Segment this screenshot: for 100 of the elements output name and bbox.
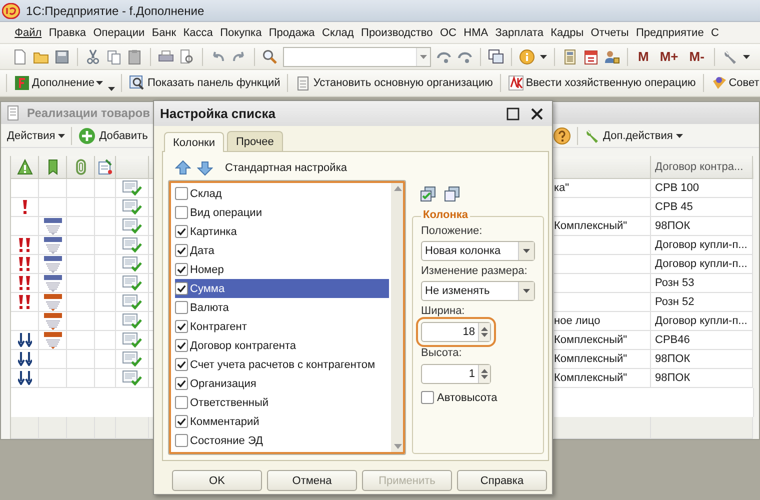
- dialog-button[interactable]: Отмена: [267, 470, 357, 491]
- menu-item[interactable]: Склад: [318, 26, 358, 38]
- maximize-icon[interactable]: [506, 106, 520, 120]
- checkbox[interactable]: [175, 339, 188, 352]
- document-pen-icon: [97, 159, 113, 175]
- calendar-icon[interactable]: [583, 48, 599, 64]
- width-spin-field[interactable]: 18: [421, 322, 491, 342]
- menu-item[interactable]: Покупка: [216, 26, 266, 38]
- panel-button[interactable]: Показать панель функций: [128, 75, 282, 91]
- double-exclamation-icon: [18, 257, 31, 271]
- menu-item[interactable]: Продажа: [265, 26, 318, 38]
- dialog-button[interactable]: Справка: [457, 470, 547, 491]
- list-item[interactable]: Счет учета расчетов с контрагентом: [175, 355, 389, 374]
- checkbox[interactable]: [175, 282, 188, 295]
- spin-arrows-icon[interactable]: [481, 368, 488, 380]
- checkbox[interactable]: [175, 206, 188, 219]
- position-dropdown[interactable]: Новая колонка: [421, 241, 535, 261]
- spin-arrows-icon[interactable]: [481, 326, 488, 338]
- memory-button[interactable]: M+: [656, 49, 682, 64]
- list-item[interactable]: Состояние ЭД: [175, 431, 389, 450]
- tab[interactable]: Прочее: [226, 131, 283, 151]
- list-item[interactable]: Картинка: [175, 222, 389, 241]
- menu-item[interactable]: Производство: [357, 26, 436, 38]
- wrench-icon[interactable]: [722, 48, 738, 64]
- list-item[interactable]: Комментарий: [175, 412, 389, 431]
- menu-item[interactable]: НМА: [460, 26, 492, 38]
- checkbox[interactable]: [175, 358, 188, 371]
- list-item[interactable]: Номер: [175, 260, 389, 279]
- tab[interactable]: Колонки: [164, 132, 224, 152]
- caret-icon[interactable]: [540, 54, 547, 58]
- autoheight-checkbox[interactable]: Автовысота: [421, 391, 535, 404]
- list-item[interactable]: Договор контрагента: [175, 336, 389, 355]
- clipboard-icon[interactable]: [127, 48, 143, 64]
- add-button[interactable]: Добавить: [78, 126, 148, 144]
- menu-item[interactable]: Правка: [45, 26, 90, 38]
- list-item[interactable]: Организация: [175, 374, 389, 393]
- search-combo-field[interactable]: [283, 46, 431, 66]
- document-icon[interactable]: [12, 48, 28, 64]
- list-item[interactable]: Вид операции: [175, 203, 389, 222]
- up-arrow-icon[interactable]: [175, 160, 191, 176]
- checkbox[interactable]: [175, 415, 188, 428]
- memory-button[interactable]: M-: [686, 49, 708, 64]
- scrollbar[interactable]: [391, 181, 405, 454]
- menu-item[interactable]: Предприятие: [632, 26, 708, 38]
- scissors-icon[interactable]: [85, 48, 101, 64]
- person-lock-icon[interactable]: [604, 48, 620, 64]
- memory-button[interactable]: M: [635, 49, 652, 64]
- menu-item[interactable]: ОС: [436, 26, 460, 38]
- help-icon[interactable]: [553, 126, 571, 144]
- checkbox[interactable]: [175, 434, 188, 447]
- close-icon[interactable]: [530, 106, 544, 120]
- list-item[interactable]: Валюта: [175, 298, 389, 317]
- search-icon[interactable]: [262, 48, 278, 64]
- panel-button[interactable]: Дополнение: [13, 75, 104, 91]
- down-arrow-icon[interactable]: [197, 160, 213, 176]
- menu-item[interactable]: С: [707, 26, 723, 38]
- checkbox[interactable]: [175, 396, 188, 409]
- resize-dropdown[interactable]: Не изменять: [421, 281, 535, 301]
- checkbox[interactable]: [175, 263, 188, 276]
- checkbox[interactable]: [175, 301, 188, 314]
- page-magnifier-icon[interactable]: [179, 48, 195, 64]
- exclamation-icon: [22, 200, 28, 214]
- menu-item[interactable]: Файл: [11, 26, 46, 38]
- scroll-down-icon[interactable]: [394, 444, 402, 449]
- checkbox[interactable]: [175, 187, 188, 200]
- menu-item[interactable]: Зарплата: [492, 26, 548, 38]
- height-spin-field[interactable]: 1: [421, 364, 491, 384]
- menu-item[interactable]: Кадры: [547, 26, 588, 38]
- list-item[interactable]: Сумма: [175, 279, 389, 298]
- windows-icon[interactable]: [488, 48, 504, 64]
- actions-button[interactable]: Действия: [7, 130, 66, 142]
- panel-button[interactable]: Ввести хозяйственную операцию: [506, 75, 697, 91]
- checkbox[interactable]: [175, 244, 188, 257]
- info-icon[interactable]: [519, 48, 535, 64]
- list-item[interactable]: Контрагент: [175, 317, 389, 336]
- list-item[interactable]: Ответственный: [175, 393, 389, 412]
- printer-icon[interactable]: [158, 48, 174, 64]
- list-item[interactable]: Склад: [175, 184, 389, 203]
- more-actions-button[interactable]: Доп.действия: [584, 128, 683, 144]
- standard-settings-button[interactable]: Стандартная настройка: [225, 162, 347, 174]
- menu-item[interactable]: Отчеты: [587, 26, 632, 38]
- dialog-button[interactable]: OK: [172, 470, 262, 491]
- copy-icon[interactable]: [106, 48, 122, 64]
- stack-icon[interactable]: [444, 186, 460, 202]
- column-header[interactable]: [95, 156, 116, 179]
- menu-item[interactable]: Банк: [148, 26, 180, 38]
- invoice-icon: [42, 217, 62, 235]
- checkbox[interactable]: [175, 377, 188, 390]
- checkbox[interactable]: [175, 320, 188, 333]
- list-item[interactable]: Дата: [175, 241, 389, 260]
- double-down-arrow-icon: [18, 371, 32, 385]
- panel-button[interactable]: Установить основную организацию: [294, 75, 494, 91]
- stack-check-icon[interactable]: [420, 186, 436, 202]
- checkbox[interactable]: [175, 225, 188, 238]
- calculator-icon[interactable]: [562, 48, 578, 64]
- scroll-up-icon[interactable]: [394, 186, 402, 191]
- menu-item[interactable]: Касса: [180, 26, 217, 38]
- panel-button[interactable]: Совет: [710, 75, 760, 91]
- caret-icon[interactable]: [743, 54, 750, 58]
- menu-item[interactable]: Операции: [90, 26, 148, 38]
